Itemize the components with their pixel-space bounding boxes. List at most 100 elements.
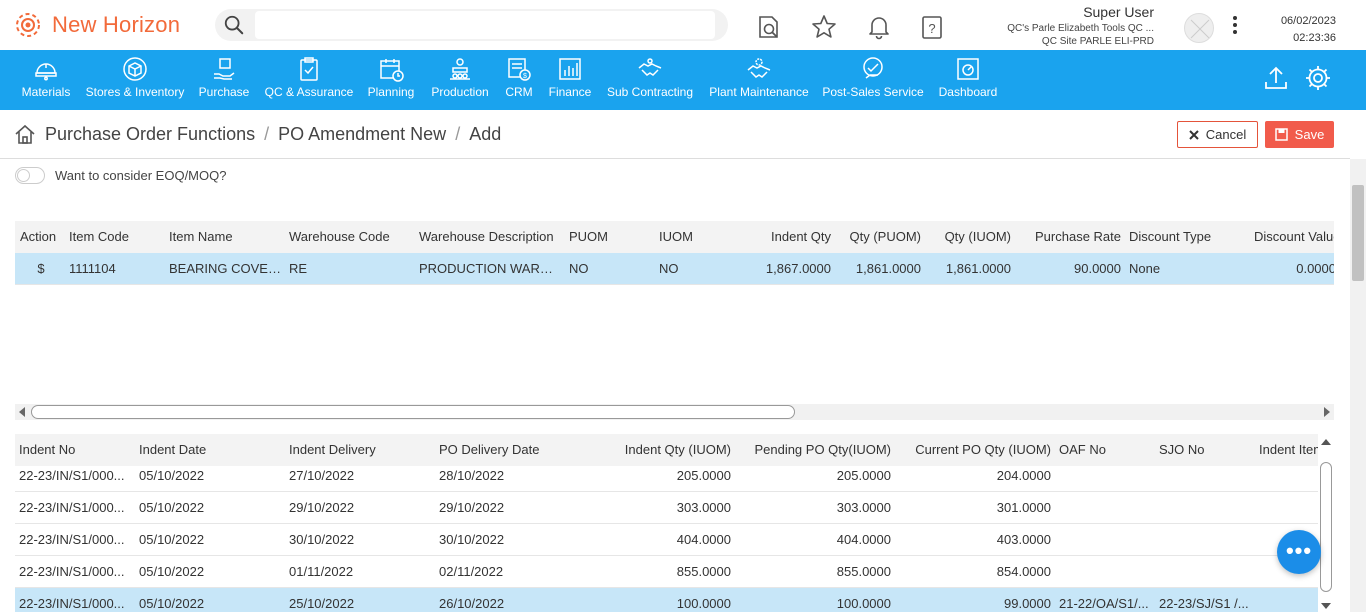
nav-dashboard[interactable]: Dashboard xyxy=(936,50,1000,110)
user-info[interactable]: Super User QC's Parle Elizabeth Tools QC… xyxy=(1007,4,1154,48)
nav-crm[interactable]: $ CRM xyxy=(503,50,535,110)
item-table: Action Item Code Item Name Warehouse Cod… xyxy=(15,221,1334,287)
scroll-right-arrow[interactable] xyxy=(1324,407,1330,417)
handshake-gear-icon xyxy=(747,58,771,78)
currency-action[interactable]: $ xyxy=(16,253,66,285)
nav-production[interactable]: Production xyxy=(429,50,491,110)
col-header[interactable]: Purchase Rate xyxy=(1015,221,1125,253)
table-row[interactable]: $ 1111104 BEARING COVER-... RE PRODUCTIO… xyxy=(15,253,1334,285)
cancel-button[interactable]: Cancel xyxy=(1177,121,1258,148)
nav-stores-inventory[interactable]: Stores & Inventory xyxy=(84,50,186,110)
breadcrumb-page[interactable]: PO Amendment New xyxy=(278,124,446,145)
nav-qc-assurance[interactable]: QC & Assurance xyxy=(263,50,355,110)
nav-purchase[interactable]: Purchase xyxy=(196,50,252,110)
avatar[interactable] xyxy=(1184,13,1214,43)
table-cell: 02/11/2022 xyxy=(439,564,504,579)
search-bar xyxy=(215,9,728,41)
col-header[interactable]: Indent Qty xyxy=(735,221,835,253)
col-header[interactable]: Discount Type xyxy=(1125,221,1245,253)
table-cell: 05/10/2022 xyxy=(139,564,205,579)
nav-plant-maintenance[interactable]: Plant Maintenance xyxy=(706,50,812,110)
table-cell: 303.0000 xyxy=(676,500,731,515)
gear-logo-icon xyxy=(16,13,40,37)
home-icon[interactable] xyxy=(14,123,36,145)
table-cell: 28/10/2022 xyxy=(439,468,505,483)
more-options-icon[interactable] xyxy=(1230,14,1240,36)
breadcrumb-module[interactable]: Purchase Order Functions xyxy=(45,124,255,145)
help-book-icon[interactable]: ? xyxy=(919,14,945,40)
table-cell: 05/10/2022 xyxy=(139,500,205,515)
table-cell: 854.0000 xyxy=(996,564,1051,579)
table-cell: 404.0000 xyxy=(676,532,731,547)
table-cell: 403.0000 xyxy=(996,532,1051,547)
logo[interactable]: New Horizon xyxy=(12,9,180,41)
save-button[interactable]: Save xyxy=(1265,121,1334,148)
svg-text:$: $ xyxy=(523,73,527,80)
col-header[interactable]: Qty (PUOM) xyxy=(835,221,925,253)
table-cell: 26/10/2022 xyxy=(439,596,505,611)
nav-materials[interactable]: Materials xyxy=(16,50,76,110)
table-cell: None xyxy=(1129,261,1161,276)
table-cell: 22-23/IN/S1/000... xyxy=(19,468,125,483)
col-header[interactable]: Warehouse Description xyxy=(415,221,565,253)
save-label: Save xyxy=(1294,127,1325,142)
col-header[interactable]: Discount Value xyxy=(1250,221,1334,253)
calendar-clock-icon xyxy=(380,59,404,82)
table-row-selected[interactable]: 22-23/IN/S1/000... 05/10/2022 25/10/2022… xyxy=(15,588,1318,612)
chat-button[interactable]: ••• xyxy=(1277,530,1321,574)
scroll-up-arrow[interactable] xyxy=(1318,436,1334,448)
horizontal-scrollbar[interactable] xyxy=(15,404,1334,420)
table-cell: 205.0000 xyxy=(836,468,891,483)
table-cell: PRODUCTION WAREH... xyxy=(419,261,565,276)
upload-icon[interactable] xyxy=(1262,64,1290,92)
eoq-moq-toggle[interactable] xyxy=(15,167,45,184)
document-search-icon[interactable] xyxy=(756,14,782,40)
table-cell: 25/10/2022 xyxy=(289,596,355,611)
page-scrollbar[interactable] xyxy=(1350,159,1366,612)
col-header[interactable]: Item Name xyxy=(165,221,285,253)
settings-gear-icon[interactable] xyxy=(1304,64,1332,92)
scroll-thumb[interactable] xyxy=(31,405,795,419)
table-cell: 404.0000 xyxy=(836,532,891,547)
indent-table: Indent No Indent Date Indent Delivery PO… xyxy=(15,434,1318,612)
table-cell: 301.0000 xyxy=(996,500,1051,515)
scroll-thumb[interactable] xyxy=(1352,185,1364,281)
scroll-left-arrow[interactable] xyxy=(19,407,25,417)
nav-post-sales-service[interactable]: Post-Sales Service xyxy=(822,50,924,110)
table-cell: 100.0000 xyxy=(676,596,731,611)
table-row[interactable]: 22-23/IN/S1/000... 05/10/2022 27/10/2022… xyxy=(15,460,1318,492)
scroll-down-arrow[interactable] xyxy=(1318,600,1334,612)
table-row[interactable]: 22-23/IN/S1/000... 05/10/2022 30/10/2022… xyxy=(15,524,1318,556)
table-header: Action Item Code Item Name Warehouse Cod… xyxy=(15,221,1334,253)
table-cell: 22-23/SJ/S1 /... xyxy=(1159,596,1249,611)
crm-icon: $ xyxy=(508,58,531,81)
table-cell: 30/10/2022 xyxy=(289,532,355,547)
scroll-thumb[interactable] xyxy=(1320,462,1332,592)
table-cell: 05/10/2022 xyxy=(139,596,205,611)
nav-planning[interactable]: Planning xyxy=(365,50,417,110)
table-row[interactable]: 22-23/IN/S1/000... 05/10/2022 01/11/2022… xyxy=(15,556,1318,588)
col-header[interactable]: Qty (IUOM) xyxy=(925,221,1015,253)
user-name: Super User xyxy=(1083,4,1154,20)
indent-table-scrollbar[interactable] xyxy=(1318,434,1334,612)
table-row[interactable]: 22-23/IN/S1/000... 05/10/2022 29/10/2022… xyxy=(15,492,1318,524)
nav-finance[interactable]: Finance xyxy=(547,50,593,110)
table-cell: 204.0000 xyxy=(996,468,1051,483)
bell-icon[interactable] xyxy=(866,14,892,40)
col-header[interactable]: Item Code xyxy=(65,221,165,253)
search-icon[interactable] xyxy=(223,14,245,36)
col-header[interactable]: Action xyxy=(16,221,66,253)
breadcrumb: Purchase Order Functions / PO Amendment … xyxy=(14,121,501,147)
brand-name: New Horizon xyxy=(52,12,181,37)
handshake-icon xyxy=(638,58,662,76)
col-header[interactable]: IUOM xyxy=(655,221,735,253)
nav-sub-contracting[interactable]: Sub Contracting xyxy=(605,50,695,110)
col-header[interactable]: PUOM xyxy=(565,221,655,253)
table-cell: 05/10/2022 xyxy=(139,468,205,483)
datetime: 06/02/2023 02:23:36 xyxy=(1270,13,1336,47)
table-cell: 22-23/IN/S1/000... xyxy=(19,564,125,579)
search-input[interactable] xyxy=(255,11,715,39)
col-header[interactable]: Warehouse Code xyxy=(285,221,415,253)
divider xyxy=(0,158,1350,159)
star-icon[interactable] xyxy=(811,14,837,40)
